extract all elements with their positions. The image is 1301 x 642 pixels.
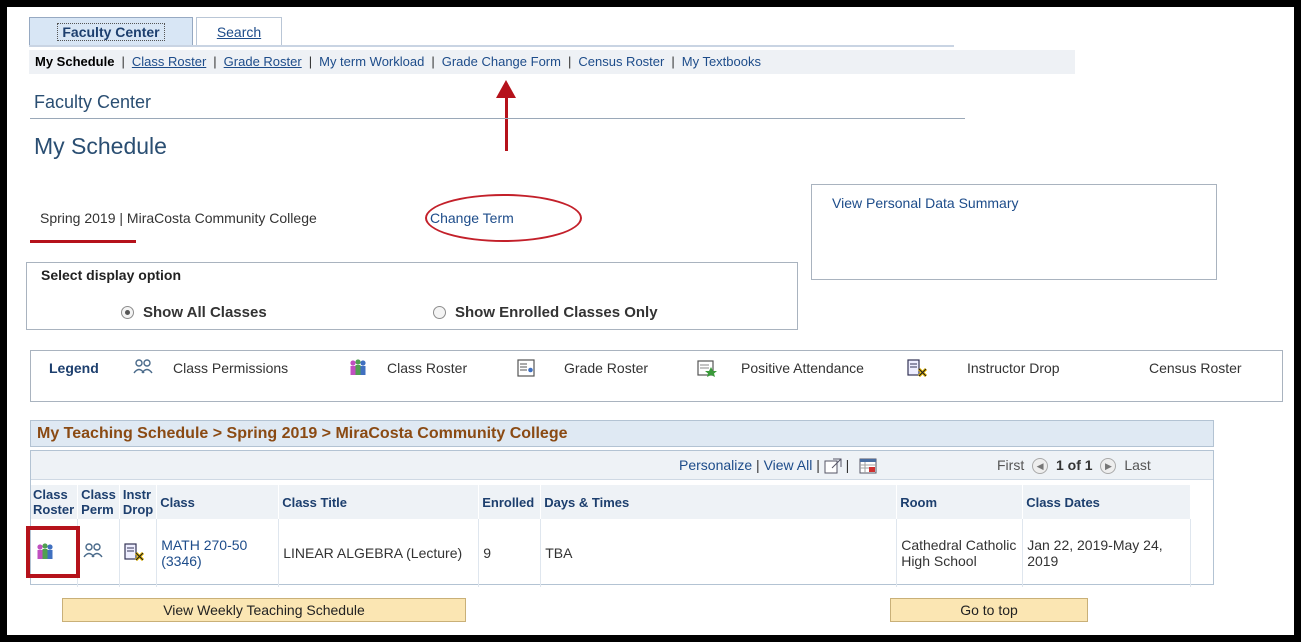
col-class: Class	[156, 485, 280, 519]
col-enrolled: Enrolled	[478, 485, 542, 519]
page-crumb-title: Faculty Center	[34, 92, 152, 112]
radio-dot-selected[interactable]	[121, 306, 134, 319]
room-cell: Cathedral Catholic High School	[896, 519, 1024, 587]
personalize-link[interactable]: Personalize	[679, 457, 752, 473]
legend-positive-attendance: Positive Attendance	[741, 360, 864, 376]
tab-search[interactable]: Search	[196, 17, 282, 46]
enrolled-cell: 9	[478, 519, 542, 587]
radio-show-all[interactable]: Show All Classes	[121, 304, 267, 321]
pager-count: 1 of 1	[1056, 457, 1093, 473]
annotation-arrow-shaft	[505, 93, 508, 151]
col-class-perm: Class Perm	[77, 485, 120, 519]
pager-first[interactable]: First	[997, 457, 1024, 473]
page-title: My Schedule	[34, 133, 167, 159]
class-link[interactable]: MATH 270-50 (3346)	[156, 519, 280, 587]
instructor-drop-icon[interactable]	[124, 542, 144, 561]
display-option-title: Select display option	[41, 267, 182, 283]
view-all-link[interactable]: View All	[764, 457, 813, 473]
download-icon[interactable]	[859, 458, 877, 474]
col-class-roster: Class Roster	[31, 485, 79, 519]
instr-drop-cell[interactable]	[119, 519, 158, 587]
radio-dot[interactable]	[433, 306, 446, 319]
nav-my-textbooks[interactable]: My Textbooks	[682, 54, 761, 69]
positive-attendance-icon	[697, 359, 717, 377]
legend-instructor-drop: Instructor Drop	[967, 360, 1060, 376]
col-room: Room	[896, 485, 1024, 519]
pager-last[interactable]: Last	[1124, 457, 1150, 473]
grid-personalize-area: Personalize | View All | |	[679, 457, 877, 474]
class-perm-cell[interactable]	[77, 519, 120, 587]
radio-show-all-label: Show All Classes	[143, 304, 267, 321]
nav-grade-change-form[interactable]: Grade Change Form	[442, 54, 561, 69]
grid-title: My Teaching Schedule > Spring 2019 > Mir…	[30, 420, 1214, 447]
nav-census-roster[interactable]: Census Roster	[578, 54, 664, 69]
radio-show-enrolled-label: Show Enrolled Classes Only	[455, 304, 658, 321]
legend-box: Legend Class Permissions Class Roster Gr…	[30, 350, 1283, 402]
personal-data-box: View Personal Data Summary	[811, 184, 1217, 280]
pager-next-icon[interactable]: ▶	[1100, 458, 1117, 475]
legend-census-roster: Census Roster	[1149, 360, 1242, 376]
legend-title: Legend	[49, 360, 99, 376]
class-title-cell: LINEAR ALGEBRA (Lecture)	[278, 519, 480, 587]
col-class-title: Class Title	[278, 485, 480, 519]
zoom-icon[interactable]	[824, 458, 842, 474]
table-row: MATH 270-50 (3346) LINEAR ALGEBRA (Lectu…	[31, 519, 1192, 587]
go-to-top-button[interactable]: Go to top	[890, 598, 1088, 622]
col-instr-drop: Instr Drop	[119, 485, 158, 519]
legend-grade-roster: Grade Roster	[564, 360, 649, 376]
tab-faculty-center-label: Faculty Center	[57, 23, 165, 41]
legend-class-roster: Class Roster	[387, 360, 468, 376]
col-days-times: Days & Times	[540, 485, 898, 519]
teaching-schedule-grid: Personalize | View All | | First ◀ 1 of …	[26, 450, 1214, 587]
nav-class-roster[interactable]: Class Roster	[132, 54, 206, 69]
instructor-drop-icon	[907, 359, 927, 377]
annotation-oval	[425, 194, 582, 242]
sub-navigation: My Schedule | Class Roster | Grade Roster | My…	[29, 50, 1075, 74]
nav-my-schedule[interactable]: My Schedule	[35, 54, 114, 69]
radio-show-enrolled[interactable]: Show Enrolled Classes Only	[433, 304, 658, 321]
pager-prev-icon[interactable]: ◀	[1032, 458, 1049, 475]
title-divider	[30, 118, 965, 119]
display-option-box: Select display option Show All Classes S…	[26, 262, 798, 330]
tab-faculty-center[interactable]: Faculty Center	[29, 17, 193, 46]
tab-divider	[29, 45, 954, 47]
view-weekly-schedule-button[interactable]: View Weekly Teaching Schedule	[62, 598, 466, 622]
nav-my-term-workload[interactable]: My term Workload	[319, 54, 424, 69]
annotation-underline	[30, 240, 136, 243]
grid-pager: First ◀ 1 of 1 ▶ Last	[997, 457, 1151, 475]
annotation-highlight-box	[26, 526, 80, 578]
term-label: Spring 2019 | MiraCosta Community Colleg…	[40, 210, 317, 226]
table-header-row: Class Roster Class Perm Instr Drop Class…	[31, 485, 1192, 519]
legend-class-permissions: Class Permissions	[173, 360, 289, 376]
grade-roster-icon	[517, 359, 535, 377]
nav-grade-roster[interactable]: Grade Roster	[224, 54, 302, 69]
grid-navbar: Personalize | View All | | First ◀ 1 of …	[31, 451, 1213, 480]
view-personal-data-link[interactable]: View Personal Data Summary	[832, 195, 1018, 211]
col-class-dates: Class Dates	[1022, 485, 1192, 519]
schedule-table: Class Roster Class Perm Instr Drop Class…	[31, 485, 1192, 587]
class-dates-cell: Jan 22, 2019-May 24, 2019	[1022, 519, 1192, 587]
class-permissions-icon[interactable]	[82, 542, 104, 561]
class-permissions-icon	[132, 359, 154, 377]
days-times-cell: TBA	[540, 519, 898, 587]
class-roster-icon	[348, 359, 368, 377]
